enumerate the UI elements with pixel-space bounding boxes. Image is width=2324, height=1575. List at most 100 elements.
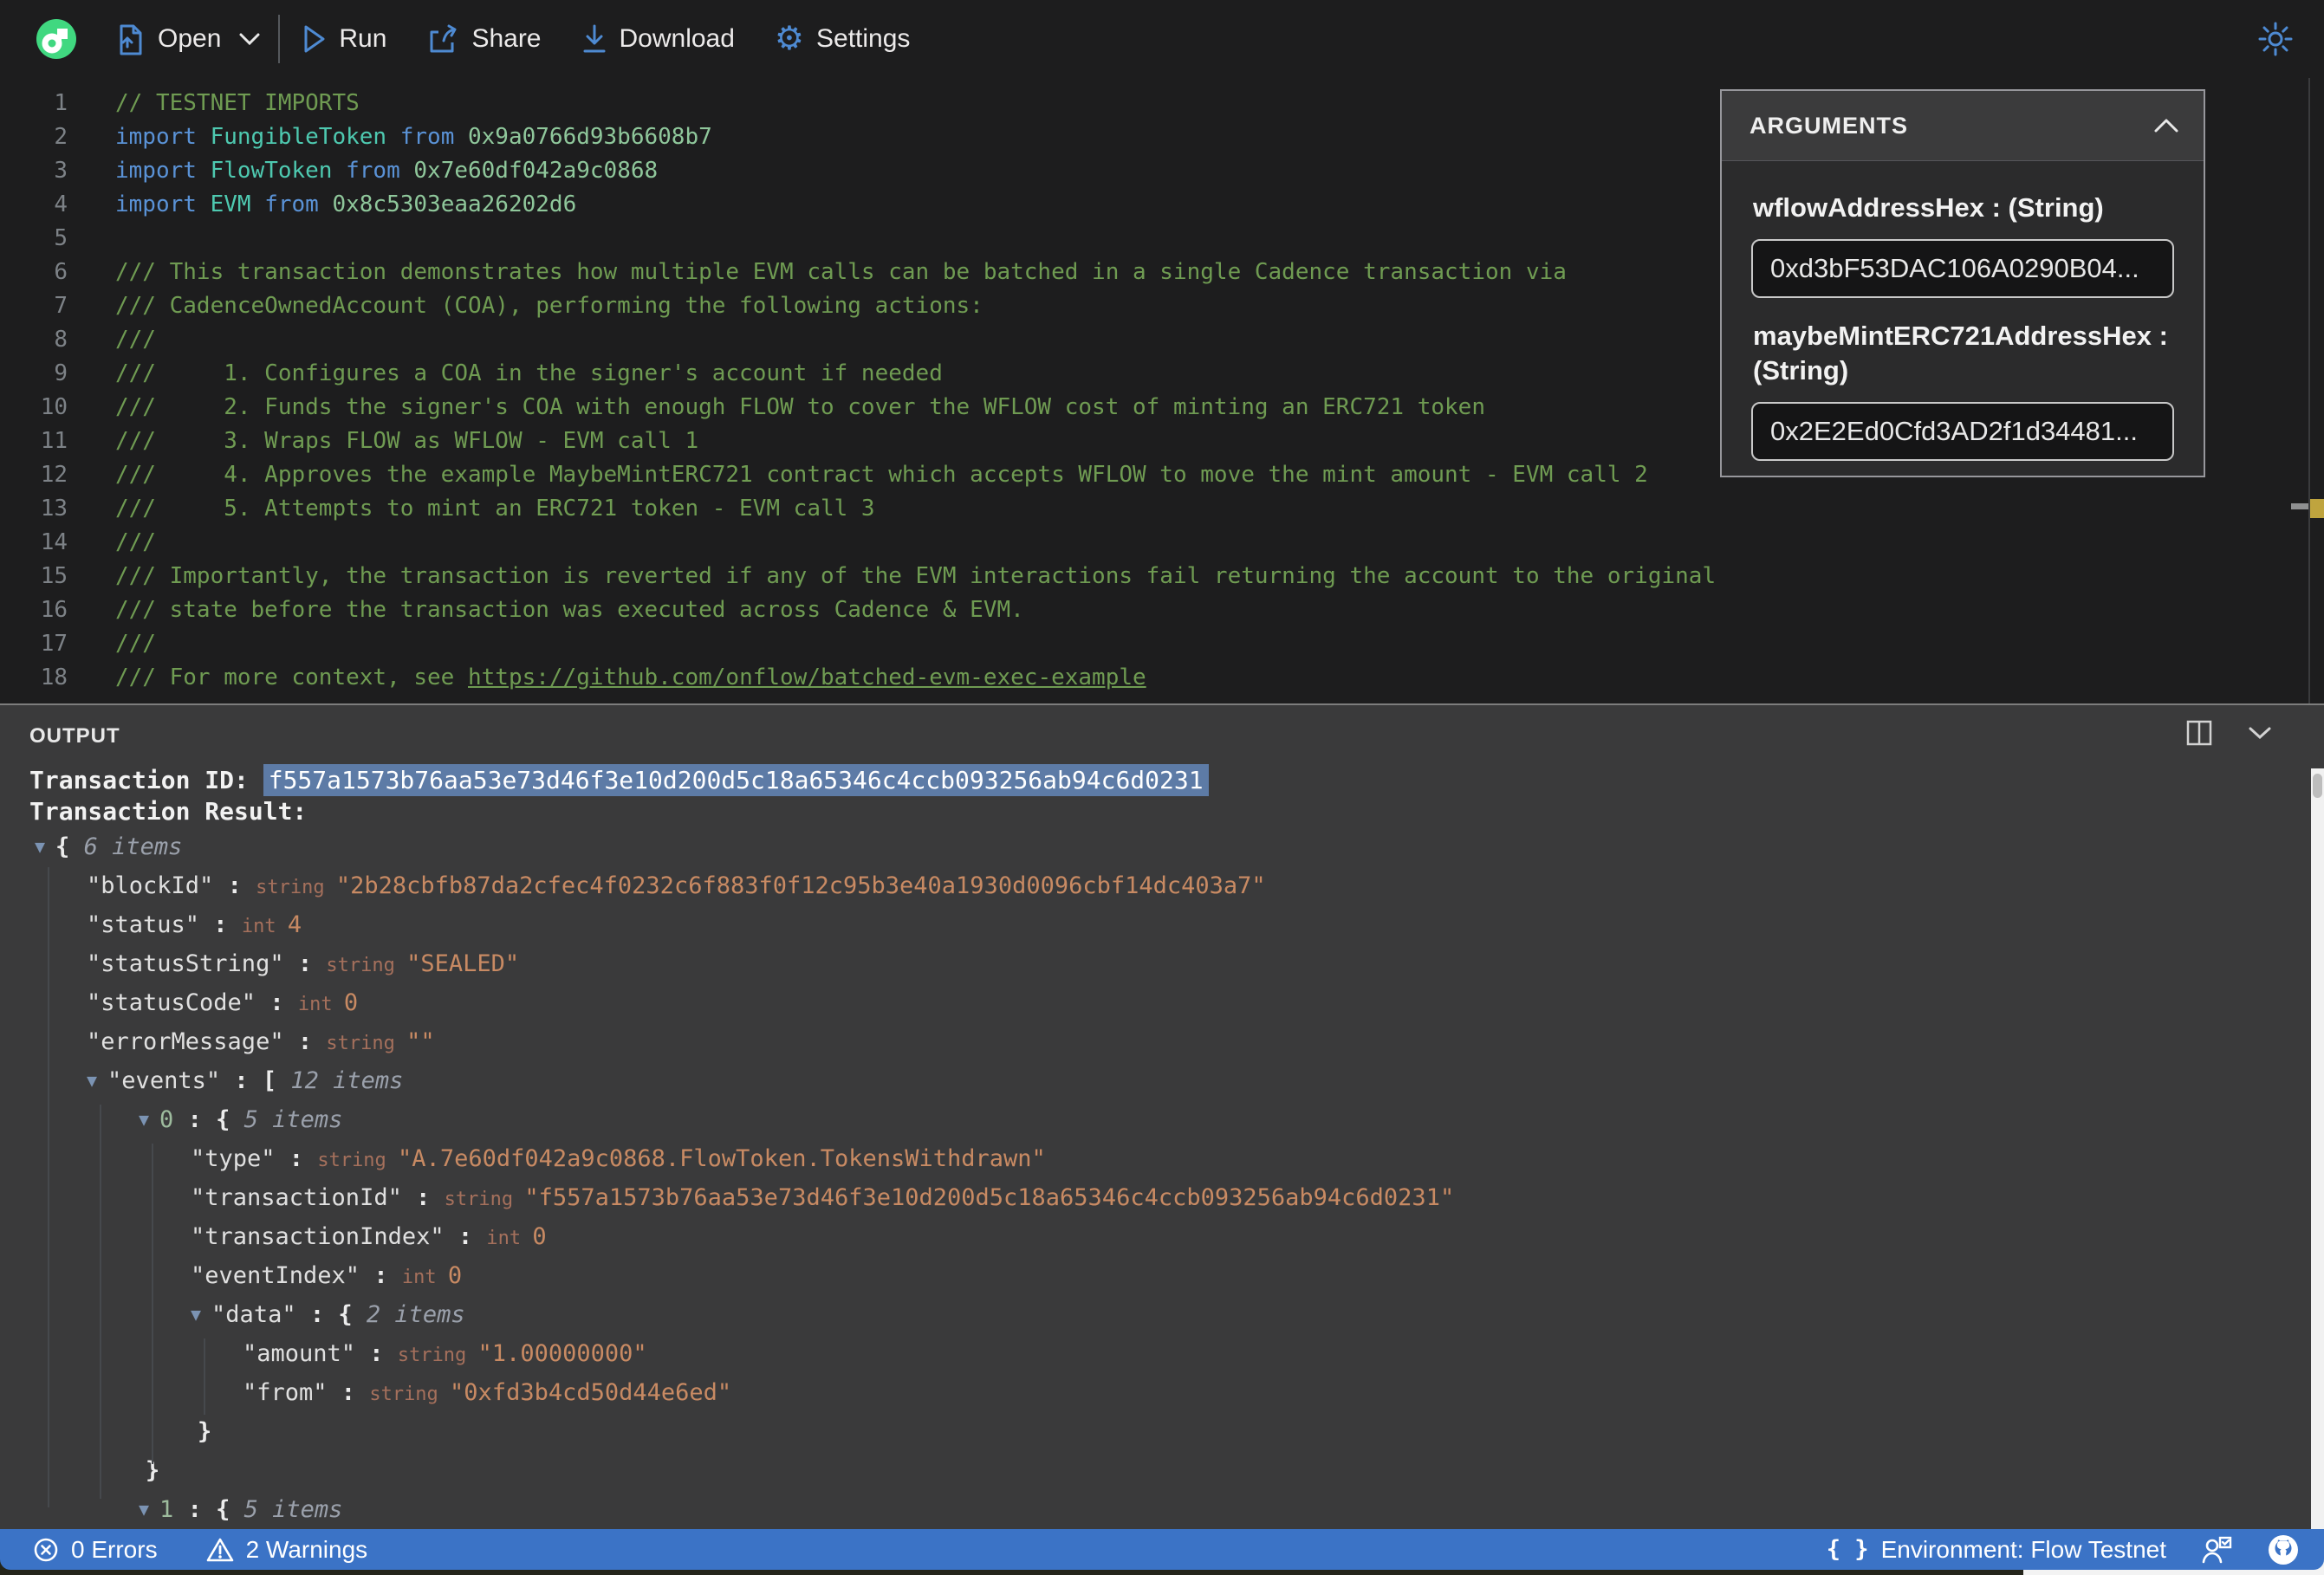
transaction-id-line: Transaction ID: f557a1573b76aa53e73d46f3… — [29, 764, 1209, 796]
settings-label: Settings — [816, 24, 911, 53]
code-line: 14 /// — [0, 526, 2324, 560]
line-number: 3 — [54, 158, 68, 184]
tree-row: "from" : string "0xfd3b4cd50d44e6ed" — [243, 1379, 732, 1406]
code-text: // TESTNET IMPORTS — [115, 90, 360, 116]
person-check-icon[interactable] — [2201, 1535, 2232, 1565]
code-text: /// — [115, 631, 156, 657]
code-text: import FlowToken from 0x7e60df042a9c0868 — [115, 158, 659, 184]
output-scrollbar[interactable] — [2311, 768, 2324, 1529]
code-text: /// CadenceOwnedAccount (COA), performin… — [115, 293, 983, 319]
download-label: Download — [619, 24, 735, 53]
play-icon — [304, 25, 325, 53]
download-icon — [583, 24, 605, 53]
error-circle-icon — [34, 1538, 58, 1561]
share-icon — [430, 24, 457, 53]
transaction-id-value[interactable]: f557a1573b76aa53e73d46f3e10d200d5c18a653… — [263, 764, 1209, 796]
code-text: /// state before the transaction was exe… — [115, 597, 1024, 623]
collapse-toggle-icon[interactable]: ▼ — [87, 1070, 97, 1091]
tree-row: ▼ 0 : { 5 items — [139, 1106, 343, 1133]
line-number: 6 — [54, 259, 68, 285]
bottom-zone: 0 Errors 2 Warnings { } Environment: Flo… — [0, 1529, 2324, 1575]
arguments-panel: ARGUMENTS wflowAddressHex : (String) mayb… — [1720, 89, 2205, 477]
overview-ruler-divider — [2308, 78, 2310, 703]
line-number: 8 — [54, 327, 68, 353]
status-bar: 0 Errors 2 Warnings { } Environment: Flo… — [0, 1529, 2324, 1570]
collapse-toggle-icon[interactable]: ▼ — [139, 1499, 149, 1520]
code-link[interactable]: https://github.com/onflow/batched-evm-ex… — [468, 664, 1146, 690]
transaction-result-label: Transaction Result: — [29, 797, 308, 826]
share-button[interactable]: Share — [426, 23, 542, 55]
sun-icon[interactable] — [2258, 22, 2293, 56]
indent-guide — [48, 867, 49, 1507]
code-text: /// This transaction demonstrates how mu… — [115, 259, 1567, 285]
argument-input-0[interactable] — [1751, 239, 2174, 298]
tree-row: "status" : int 4 — [87, 911, 302, 938]
code-text: import EVM from 0x8c5303eaa26202d6 — [115, 191, 577, 217]
flow-logo — [36, 19, 76, 59]
settings-button[interactable]: ⚙ Settings — [775, 23, 910, 55]
split-view-icon[interactable] — [2185, 719, 2213, 747]
collapse-toggle-icon[interactable]: ▼ — [191, 1304, 201, 1325]
line-number: 2 — [54, 124, 68, 150]
argument-label: wflowAddressHex : (String) — [1753, 192, 2104, 223]
indent-guide — [152, 1144, 153, 1464]
output-header: OUTPUT — [0, 705, 2324, 768]
code-text: /// 2. Funds the signer's COA with enoug… — [115, 394, 1485, 420]
line-number: 18 — [40, 664, 68, 690]
chevron-up-icon[interactable] — [2153, 118, 2179, 133]
code-text: /// Importantly, the transaction is reve… — [115, 563, 1717, 589]
chevron-down-icon[interactable] — [238, 32, 261, 46]
errors-count: 0 Errors — [71, 1535, 158, 1563]
chevron-down-icon[interactable] — [2248, 726, 2272, 740]
tree-row: ▼{ 6 items — [35, 833, 183, 860]
github-icon[interactable] — [2267, 1533, 2300, 1566]
tree-row: } — [198, 1418, 212, 1445]
output-scrollbar-thumb[interactable] — [2313, 774, 2322, 798]
result-json-tree: ▼{ 6 items "blockId" : string "2b28cbfb87… — [0, 827, 2307, 1529]
line-number: 13 — [40, 496, 68, 522]
warnings-status[interactable]: 2 Warnings — [206, 1536, 367, 1564]
collapse-toggle-icon[interactable]: ▼ — [35, 836, 45, 857]
code-line: 18 /// For more context, see https://gith… — [0, 661, 2324, 695]
flow-runner-app: Open Run Share Download ⚙ Settings 1 // … — [0, 0, 2324, 1575]
code-text: /// 4. Approves the example MaybeMintERC… — [115, 462, 1648, 488]
toolbar-divider — [278, 15, 281, 63]
scrollbar-mark — [2291, 503, 2308, 509]
code-line: 13 /// 5. Attempts to mint an ERC721 toke… — [0, 492, 2324, 526]
indent-guide — [100, 1105, 101, 1499]
line-number: 4 — [54, 191, 68, 217]
open-label: Open — [158, 24, 222, 53]
output-panel: OUTPUT Transaction ID: f557a1573b76aa53e… — [0, 703, 2324, 1529]
code-line: 16 /// state before the transaction was e… — [0, 593, 2324, 627]
argument-input-1[interactable] — [1751, 402, 2174, 461]
run-button[interactable]: Run — [302, 24, 386, 54]
run-label: Run — [339, 24, 387, 53]
line-number: 14 — [40, 529, 68, 555]
code-line: 15 /// Importantly, the transaction is re… — [0, 560, 2324, 593]
tree-row: } — [146, 1457, 160, 1484]
line-number: 11 — [40, 428, 68, 454]
toolbar: Open Run Share Download ⚙ Settings — [0, 0, 2324, 78]
transaction-id-label: Transaction ID: — [29, 766, 263, 794]
errors-status[interactable]: 0 Errors — [33, 1536, 158, 1564]
line-number: 1 — [54, 90, 68, 116]
tree-row: ▼ "data" : { 2 items — [191, 1301, 465, 1328]
line-number: 5 — [54, 225, 68, 251]
download-button[interactable]: Download — [581, 23, 735, 55]
tree-row: "errorMessage" : string "" — [87, 1028, 435, 1055]
code-text: import FungibleToken from 0x9a0766d93b66… — [115, 124, 712, 150]
arguments-title: ARGUMENTS — [1749, 112, 1908, 139]
environment-status[interactable]: { } Environment: Flow Testnet — [1827, 1536, 2166, 1564]
warning-mark — [2310, 499, 2324, 518]
open-button[interactable]: Open — [116, 23, 261, 55]
line-number: 17 — [40, 631, 68, 657]
warning-triangle-icon — [206, 1538, 233, 1561]
tree-row: "eventIndex" : int 0 — [191, 1262, 463, 1289]
tree-row: "type" : string "A.7e60df042a9c0868.Flow… — [191, 1145, 1046, 1172]
tree-row: "transactionId" : string "f557a1573b76aa… — [191, 1184, 1455, 1211]
line-number: 16 — [40, 597, 68, 623]
line-number: 10 — [40, 394, 68, 420]
collapse-toggle-icon[interactable]: ▼ — [139, 1109, 149, 1130]
arguments-body: wflowAddressHex : (String) maybeMintERC72… — [1722, 161, 2204, 487]
arguments-header[interactable]: ARGUMENTS — [1722, 91, 2204, 161]
